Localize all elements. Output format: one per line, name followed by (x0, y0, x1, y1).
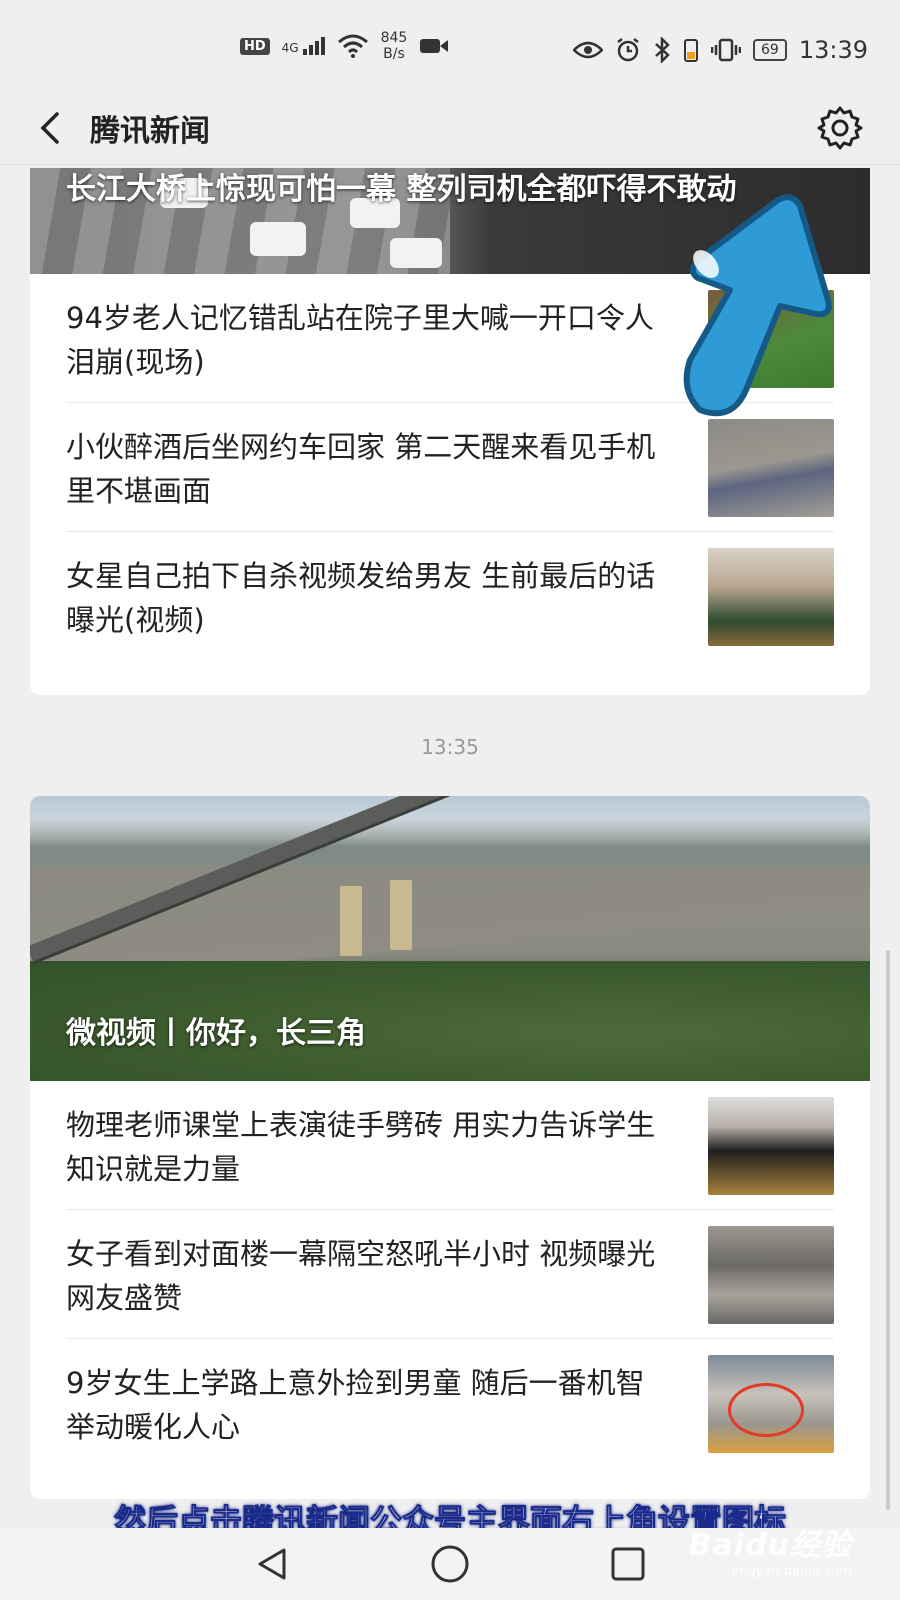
status-bar: HD 4G 845 B/s 69 13:39 (0, 0, 900, 100)
list-item[interactable]: 9岁女生上学路上意外捡到男童 随后一番机智举动暖化人心 (66, 1339, 834, 1467)
message-timestamp: 13:35 (421, 735, 479, 759)
scrollbar[interactable] (886, 950, 890, 1510)
news-thumbnail (708, 290, 834, 388)
status-left-group: HD 4G 845 B/s (240, 30, 449, 62)
signal-label: 4G (281, 41, 299, 55)
status-clock: 13:39 (798, 36, 868, 64)
news-thumbnail (708, 1355, 834, 1453)
back-button[interactable] (22, 100, 78, 156)
wifi-icon (337, 34, 368, 58)
news-thumbnail (708, 1226, 834, 1324)
list-item[interactable]: 女子看到对面楼一幕隔空怒吼半小时 视频曝光网友盛赞 (66, 1210, 834, 1339)
nav-back-button[interactable] (248, 1540, 296, 1588)
hero-title: 微视频丨你好，长三角 (66, 1016, 366, 1051)
news-card: 微视频丨你好，长三角 物理老师课堂上表演徒手劈砖 用实力告诉学生知识就是力量 女… (30, 796, 870, 1499)
square-recent-icon (611, 1547, 645, 1581)
page-title: 腾讯新闻 (90, 114, 210, 149)
news-title: 小伙醉酒后坐网约车回家 第二天醒来看见手机里不堪画面 (66, 430, 656, 508)
back-chevron-icon (40, 112, 59, 144)
net-speed-value: 845 (380, 30, 408, 46)
network-speed: 845 B/s (381, 30, 408, 62)
title-bar: 腾讯新闻 (0, 92, 900, 165)
phone-battery-icon (684, 39, 698, 62)
settings-button[interactable] (812, 100, 868, 156)
hd-badge: HD (240, 37, 270, 55)
news-title: 94岁老人记忆错乱站在院子里大喊一开口令人泪崩(现场) (66, 301, 654, 379)
circle-home-icon (431, 1545, 469, 1583)
news-thumbnail (708, 548, 834, 646)
watermark-url: jingyan.baidu.com (732, 1564, 852, 1579)
alarm-icon (617, 38, 639, 62)
list-item[interactable]: 女星自己拍下自杀视频发给男友 生前最后的话曝光(视频) (66, 532, 834, 660)
vibrate-icon (711, 38, 741, 62)
nav-recent-button[interactable] (604, 1540, 652, 1588)
hero-banner[interactable]: 微视频丨你好，长三角 (30, 796, 870, 1081)
news-thumbnail (708, 1097, 834, 1195)
bluetooth-icon (655, 37, 670, 63)
triangle-back-icon (258, 1548, 286, 1580)
news-title: 女子看到对面楼一幕隔空怒吼半小时 视频曝光网友盛赞 (66, 1237, 656, 1315)
battery-indicator: 69 (753, 39, 787, 61)
news-title: 9岁女生上学路上意外捡到男童 随后一番机智举动暖化人心 (66, 1366, 645, 1444)
news-thumbnail (708, 419, 834, 517)
list-item[interactable]: 物理老师课堂上表演徒手劈砖 用实力告诉学生知识就是力量 (66, 1081, 834, 1210)
watermark: Baidu经验 jingyan.baidu.com (689, 1520, 852, 1579)
hero-banner[interactable]: 长江大桥上惊现可怕一幕 整列司机全都吓得不敢动 (30, 168, 870, 274)
list-item[interactable]: 94岁老人记忆错乱站在院子里大喊一开口令人泪崩(现场) (66, 274, 834, 403)
eye-icon (573, 41, 603, 59)
signal-icon: 4G (282, 37, 325, 55)
watermark-logo: Baidu经验 (688, 1528, 852, 1563)
list-item[interactable]: 小伙醉酒后坐网约车回家 第二天醒来看见手机里不堪画面 (66, 403, 834, 532)
video-camera-icon (420, 39, 449, 53)
net-speed-unit: B/s (383, 46, 405, 62)
news-title: 女星自己拍下自杀视频发给男友 生前最后的话曝光(视频) (66, 559, 656, 637)
news-title: 物理老师课堂上表演徒手劈砖 用实力告诉学生知识就是力量 (66, 1108, 656, 1186)
gear-icon (817, 106, 863, 150)
news-card: 长江大桥上惊现可怕一幕 整列司机全都吓得不敢动 94岁老人记忆错乱站在院子里大喊… (30, 168, 870, 695)
nav-home-button[interactable] (426, 1540, 474, 1588)
hero-title: 长江大桥上惊现可怕一幕 整列司机全都吓得不敢动 (66, 172, 737, 207)
status-right-group: 69 13:39 (573, 36, 868, 64)
